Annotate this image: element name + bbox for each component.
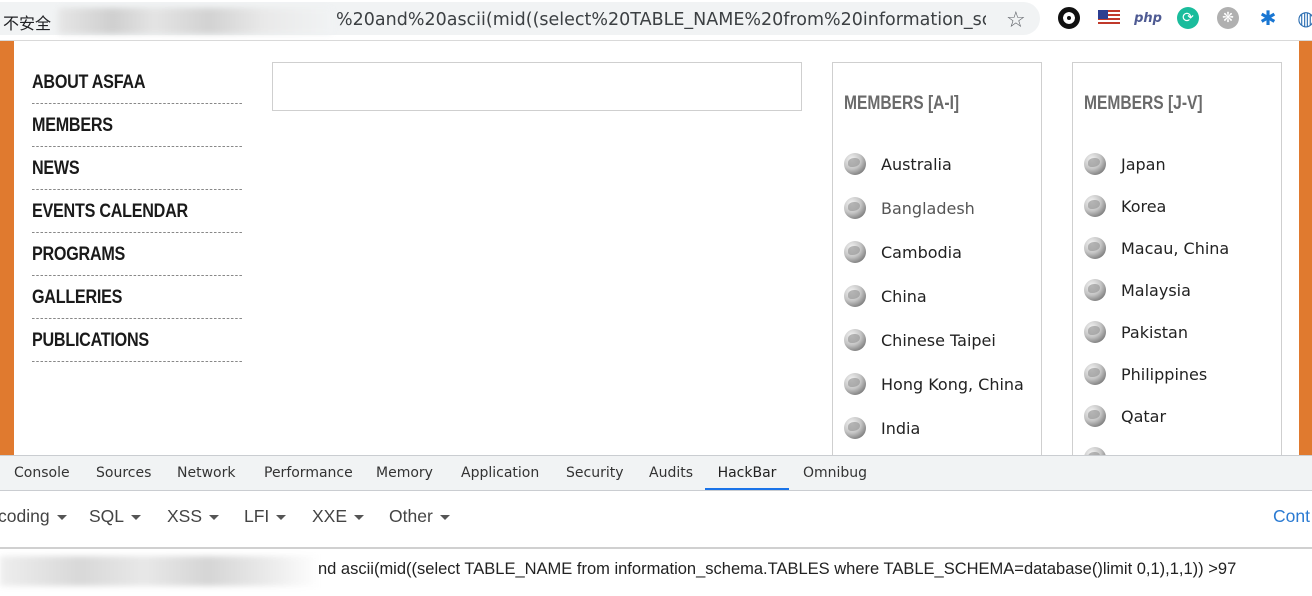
- hackbar-divider: [0, 547, 1312, 549]
- menu-other[interactable]: Other: [389, 506, 450, 527]
- globe-icon: [1084, 195, 1106, 217]
- obs-icon[interactable]: [1057, 6, 1081, 30]
- left-accent-bar: [0, 41, 14, 456]
- tab-hackbar[interactable]: HackBar: [705, 456, 789, 490]
- member-link[interactable]: India: [844, 415, 920, 441]
- chevron-down-icon: [209, 514, 220, 520]
- tab-network[interactable]: Network: [177, 456, 235, 490]
- tab-memory[interactable]: Memory: [376, 456, 433, 490]
- member-link[interactable]: Japan: [1084, 151, 1166, 177]
- bookmark-star-icon[interactable]: ☆: [1006, 8, 1026, 33]
- menu-xss[interactable]: XSS: [167, 506, 220, 527]
- globe-icon: [1084, 405, 1106, 427]
- site-nav: ABOUT ASFAA MEMBERS NEWS EVENTS CALENDAR…: [32, 61, 242, 362]
- member-link[interactable]: Bangladesh: [844, 195, 975, 221]
- input-redacted-region: [0, 556, 320, 586]
- chevron-down-icon: [131, 514, 142, 520]
- globe-icon: [1084, 237, 1106, 259]
- tab-audits[interactable]: Audits: [649, 456, 693, 490]
- nav-news[interactable]: NEWS: [32, 147, 242, 190]
- member-link[interactable]: Korea: [1084, 193, 1166, 219]
- globe-icon: [844, 417, 866, 439]
- globe-icon: [844, 153, 866, 175]
- bug-icon[interactable]: ✱: [1256, 6, 1280, 30]
- us-flag-icon[interactable]: [1097, 6, 1121, 30]
- globe-icon: [1084, 321, 1106, 343]
- menu-sql[interactable]: SQL: [89, 506, 142, 527]
- gray-extension-icon[interactable]: ❋: [1216, 6, 1240, 30]
- members-a-i-panel: MEMBERS [A-I] Australia Bangladesh Cambo…: [832, 62, 1042, 456]
- url-text[interactable]: %20and%20ascii(mid((select%20TABLE_NAME%…: [336, 10, 986, 30]
- menu-xxe[interactable]: XXE: [312, 506, 365, 527]
- hackbar-toolbar: coding SQL XSS LFI XXE Other Cont: [0, 498, 1312, 538]
- member-link[interactable]: Australia: [844, 151, 952, 177]
- devtools-panel: Console Sources Network Performance Memo…: [0, 455, 1312, 596]
- nav-galleries[interactable]: GALLERIES: [32, 276, 242, 319]
- tab-sources[interactable]: Sources: [96, 456, 151, 490]
- security-indicator[interactable]: 不安全: [3, 10, 51, 34]
- globe-icon: [1084, 279, 1106, 301]
- right-accent-bar: [1298, 41, 1312, 456]
- continue-button[interactable]: Cont: [1273, 506, 1310, 527]
- tab-security[interactable]: Security: [566, 456, 624, 490]
- chevron-down-icon: [276, 514, 287, 520]
- web-page: ABOUT ASFAA MEMBERS NEWS EVENTS CALENDAR…: [0, 41, 1312, 456]
- nav-publications[interactable]: PUBLICATIONS: [32, 319, 242, 362]
- globe-icon[interactable]: ◍: [1294, 6, 1312, 30]
- panel-title: MEMBERS [J-V]: [1084, 93, 1203, 114]
- browser-toolbar: 不安全 %20and%20ascii(mid((select%20TABLE_N…: [0, 0, 1312, 41]
- member-link[interactable]: Philippines: [1084, 361, 1207, 387]
- chevron-down-icon: [439, 514, 450, 520]
- chevron-down-icon: [56, 514, 67, 520]
- tab-application[interactable]: Application: [461, 456, 539, 490]
- nav-programs[interactable]: PROGRAMS: [32, 233, 242, 276]
- member-link[interactable]: Malaysia: [1084, 277, 1191, 303]
- menu-encoding[interactable]: coding: [0, 506, 67, 527]
- nav-members[interactable]: MEMBERS: [32, 104, 242, 147]
- tab-performance[interactable]: Performance: [264, 456, 353, 490]
- url-redacted-region: [58, 8, 333, 34]
- globe-icon: [844, 329, 866, 351]
- sync-icon[interactable]: ⟳: [1176, 6, 1200, 30]
- member-link[interactable]: China: [844, 283, 927, 309]
- globe-icon: [844, 285, 866, 307]
- menu-lfi[interactable]: LFI: [244, 506, 287, 527]
- member-link[interactable]: Macau, China: [1084, 235, 1229, 261]
- members-j-v-panel: MEMBERS [J-V] Japan Korea Macau, China M…: [1072, 62, 1282, 456]
- member-link[interactable]: Qatar: [1084, 403, 1166, 429]
- member-link[interactable]: Cambodia: [844, 239, 962, 265]
- hackbar-url-input[interactable]: nd ascii(mid((select TABLE_NAME from inf…: [318, 560, 1236, 579]
- content-box: [272, 62, 802, 111]
- tab-console[interactable]: Console: [14, 456, 70, 490]
- member-link[interactable]: Pakistan: [1084, 319, 1188, 345]
- nav-events-calendar[interactable]: EVENTS CALENDAR: [32, 190, 242, 233]
- nav-about[interactable]: ABOUT ASFAA: [32, 61, 242, 104]
- globe-icon: [844, 197, 866, 219]
- chevron-down-icon: [354, 514, 365, 520]
- globe-icon: [1084, 153, 1106, 175]
- tab-omnibug[interactable]: Omnibug: [803, 456, 867, 490]
- globe-icon: [844, 373, 866, 395]
- member-link[interactable]: Hong Kong, China: [844, 371, 1024, 397]
- address-bar[interactable]: 不安全 %20and%20ascii(mid((select%20TABLE_N…: [0, 2, 1040, 35]
- member-link[interactable]: Chinese Taipei: [844, 327, 996, 353]
- globe-icon: [844, 241, 866, 263]
- devtools-tabbar: Console Sources Network Performance Memo…: [0, 456, 1312, 491]
- php-icon[interactable]: php: [1134, 6, 1162, 30]
- panel-title: MEMBERS [A-I]: [844, 93, 960, 114]
- globe-icon: [1084, 363, 1106, 385]
